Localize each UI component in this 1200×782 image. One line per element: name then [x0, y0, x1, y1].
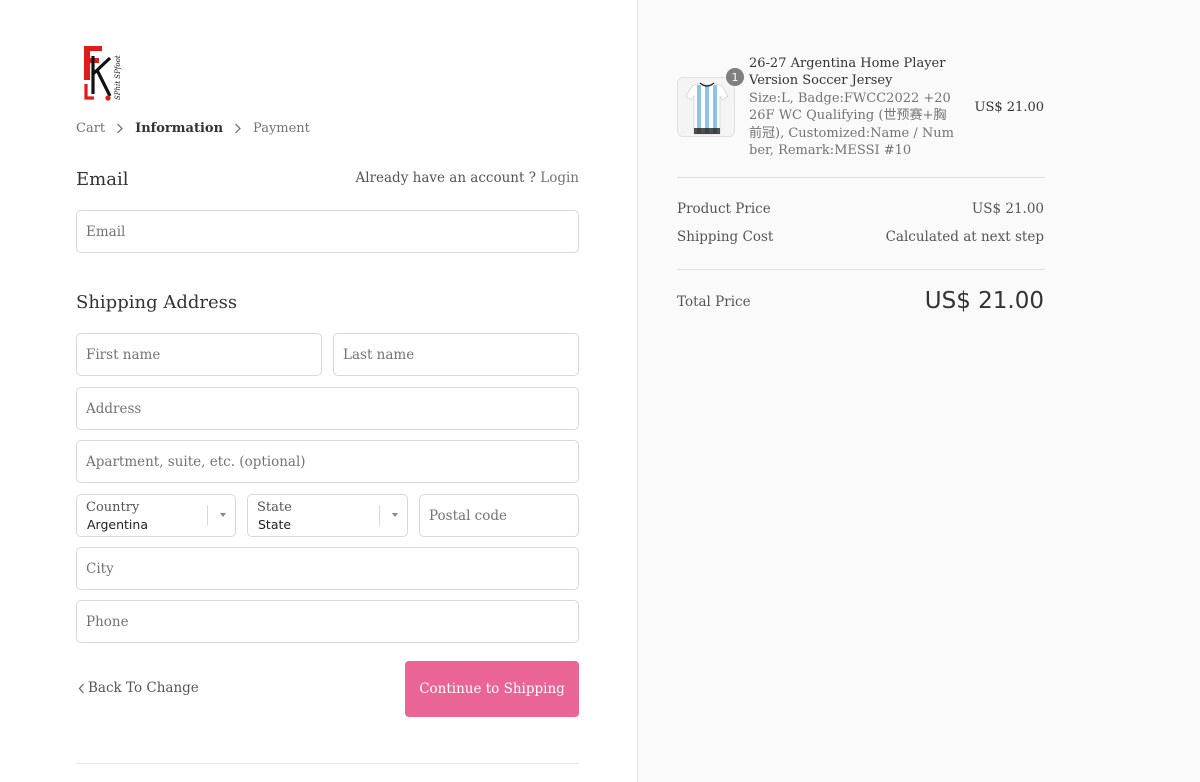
country-select[interactable]: Country Argentina	[76, 494, 236, 537]
quantity-badge: 1	[726, 68, 744, 86]
first-name-wrapper	[76, 333, 322, 376]
back-to-change-label: Back To Change	[88, 680, 199, 696]
product-price-label: Product Price	[677, 201, 771, 217]
divider	[76, 763, 579, 764]
select-divider	[379, 505, 380, 526]
chevron-down-icon	[220, 513, 226, 517]
postal-code-field[interactable]	[420, 495, 578, 536]
country-label: Country	[86, 500, 140, 515]
product-price-value: US$ 21.00	[971, 201, 1044, 217]
shipping-section-title: Shipping Address	[76, 292, 238, 313]
checkout-form-panel: SPhit SPfoot Cart Information Payment Em…	[0, 0, 637, 782]
country-value: Argentina	[87, 517, 148, 532]
back-to-change-link[interactable]: Back To Change	[78, 680, 199, 696]
state-select[interactable]: State State	[247, 494, 408, 537]
chevron-right-icon	[234, 123, 242, 134]
svg-text:SPhit SPfoot: SPhit SPfoot	[114, 55, 122, 100]
phone-field[interactable]	[77, 601, 578, 642]
total-price-value: US$ 21.00	[924, 288, 1044, 314]
email-field[interactable]	[77, 211, 578, 252]
last-name-wrapper	[333, 333, 579, 376]
divider	[677, 269, 1045, 270]
login-prompt-text: Already have an account ?	[355, 170, 536, 186]
breadcrumb: Cart Information Payment	[76, 121, 310, 136]
shipping-cost-label: Shipping Cost	[677, 229, 774, 245]
divider	[677, 177, 1045, 178]
order-summary-panel: 1 26-27 Argentina Home Player Version So…	[637, 0, 1200, 782]
address-wrapper	[76, 387, 579, 430]
product-line-price: US$ 21.00	[974, 100, 1044, 115]
product-thumbnail	[677, 77, 735, 137]
product-variant: Size:L, Badge:FWCC2022 +2026F WC Qualify…	[749, 90, 954, 159]
last-name-field[interactable]	[334, 334, 578, 375]
total-price-label: Total Price	[677, 294, 751, 310]
shipping-cost-value: Calculated at next step	[885, 229, 1044, 245]
city-wrapper	[76, 547, 579, 590]
product-info: 26-27 Argentina Home Player Version Socc…	[749, 55, 956, 159]
email-field-wrapper	[76, 210, 579, 253]
state-value: State	[258, 517, 292, 532]
store-logo[interactable]: SPhit SPfoot	[80, 44, 128, 102]
continue-to-shipping-button[interactable]: Continue to Shipping	[405, 661, 579, 717]
apartment-wrapper	[76, 440, 579, 483]
product-title: 26-27 Argentina Home Player Version Socc…	[749, 56, 946, 89]
login-link[interactable]: Login	[540, 170, 579, 186]
first-name-field[interactable]	[77, 334, 321, 375]
select-divider	[207, 505, 208, 526]
postal-code-wrapper	[419, 494, 579, 537]
address-field[interactable]	[77, 388, 578, 429]
city-field[interactable]	[77, 548, 578, 589]
chevron-left-icon	[78, 683, 85, 694]
phone-wrapper	[76, 600, 579, 643]
breadcrumb-information: Information	[135, 121, 224, 136]
login-prompt: Already have an account ? Login	[356, 170, 580, 186]
breadcrumb-cart[interactable]: Cart	[76, 121, 105, 136]
state-label: State	[257, 500, 292, 515]
chevron-down-icon	[392, 513, 398, 517]
apartment-field[interactable]	[77, 441, 578, 482]
breadcrumb-payment: Payment	[253, 121, 310, 136]
chevron-right-icon	[116, 123, 124, 134]
email-section-title: Email	[76, 169, 129, 190]
